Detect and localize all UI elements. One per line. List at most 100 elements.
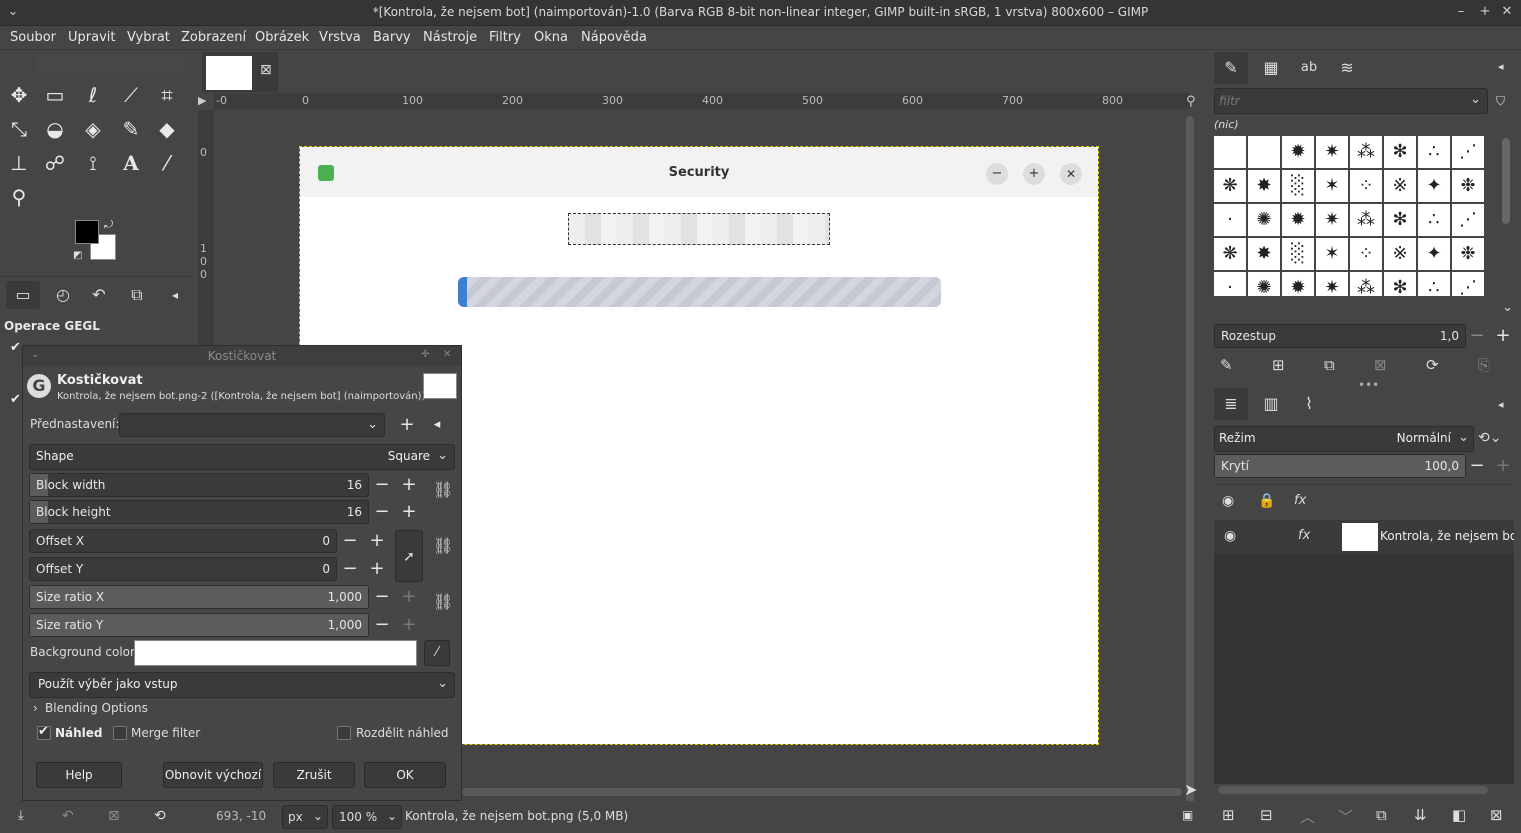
color-picker-icon[interactable]: ⁄ [424,640,450,666]
brush-swatch[interactable]: ⁂ [1350,204,1382,236]
menu-nastroje[interactable]: Nástroje [423,30,477,45]
unit-combo[interactable]: px ⌄ [282,805,328,829]
opacity-minus-button[interactable]: − [1466,455,1488,477]
edit-brush-icon[interactable]: ✎ [1220,356,1233,374]
layer-mask-icon[interactable]: ◧ [1452,806,1466,824]
brush-swatch[interactable]: ❉ [1452,238,1484,270]
brush-swatch[interactable]: ⁘ [1350,170,1382,202]
shape-combo[interactable]: Shape Square ⌄ [29,444,455,470]
color-picker-tool-icon[interactable]: ⁄ [152,148,182,178]
block-width-minus-button[interactable]: − [371,474,393,496]
menu-filtry[interactable]: Filtry [489,30,521,45]
brush-swatch[interactable]: · [1214,204,1246,236]
preset-menu-icon[interactable]: ◂ [426,414,448,436]
offset-y-plus-button[interactable]: + [366,558,388,580]
opacity-plus-button[interactable]: + [1492,455,1514,477]
new-brush-icon[interactable]: ⊞ [1272,356,1285,374]
brush-swatch[interactable]: ∴ [1418,272,1450,296]
size-ratio-x-plus-button[interactable]: + [398,586,420,608]
chain-broken-icon[interactable]: ⛓ [433,536,453,555]
layer-mode-combo[interactable]: Režim Normální ⌄ [1214,426,1474,452]
presets-combo[interactable]: ⌄ [119,413,385,437]
brush-swatch[interactable]: ✶ [1316,170,1348,202]
vertical-scrollbar[interactable] [1186,116,1194,826]
foreground-color[interactable] [75,220,99,244]
menu-okna[interactable]: Okna [534,30,568,45]
navigate-icon[interactable]: ➤ [1184,780,1197,799]
chain-link-2-icon[interactable]: ⛓ [433,592,453,611]
blending-options-label[interactable]: Blending Options [45,701,148,715]
brush-grid[interactable]: ✹ ✷ ⁂ ✻ ∴ ⋰ ❋ ✸ ░ ✶ ⁘ ※ ✦ ❉ · ✺ ✹ ✷ ⁂ ✻ ∴ ⋰ ❋ ✸ ░ ✶ ⁘ ※ ✦ ❉ · ✺ ✹ ✷ ⁂ ✻ ∴ ⋰ [1214,136,1486,296]
block-height-slider[interactable]: Block height 16 [29,500,369,524]
brush-swatch[interactable] [1214,136,1246,168]
maximize-button[interactable]: + [1476,4,1494,19]
layers-dock-menu-icon[interactable]: ◂ [1498,398,1504,411]
layer-visibility-icon[interactable]: ◉ [1224,528,1236,544]
brush-swatch[interactable]: ✦ [1418,238,1450,270]
brush-filter-input[interactable] [1219,92,1449,110]
device-status-tab-icon[interactable]: ◴ [50,281,76,309]
brush-swatch[interactable]: ✷ [1316,272,1348,296]
lower-layer-icon[interactable]: ﹀ [1338,806,1353,827]
brush-swatch[interactable]: ░ [1282,238,1314,270]
brush-scrollbar[interactable] [1502,138,1510,224]
input-mode-combo[interactable]: Použít výběr jako vstup ⌄ [29,672,455,698]
brush-swatch[interactable]: ✹ [1282,204,1314,236]
brush-swatch[interactable]: ✷ [1316,136,1348,168]
add-preset-icon[interactable]: + [396,414,418,436]
new-layer-group-icon[interactable]: ⊟ [1260,806,1273,824]
navigation-preview-icon[interactable]: ▣ [1182,809,1193,821]
quickmask-toggle-icon[interactable]: ▶ [198,94,206,107]
channels-tab-icon[interactable]: ▥ [1256,388,1286,420]
lock-header-icon[interactable]: 🔒 [1258,493,1275,509]
raise-layer-icon[interactable]: ︿ [1300,806,1315,827]
reset-button[interactable]: Obnovit výchozí [163,762,263,788]
brush-swatch[interactable]: ░ [1282,170,1314,202]
brush-swatch[interactable]: ✹ [1282,272,1314,296]
spacing-slider[interactable]: Rozestup 1,0 [1214,324,1466,348]
dialog-close-icon[interactable]: ✕ [443,349,451,360]
opacity-slider[interactable]: Krytí 100,0 [1214,454,1466,478]
layers-tab-icon[interactable]: ≣ [1214,388,1248,420]
brush-swatch[interactable]: ✸ [1248,238,1280,270]
save-tool-preset-icon[interactable]: ⤓ [18,809,24,822]
size-ratio-y-slider[interactable]: Size ratio Y 1,000 [29,613,369,637]
restore-icon[interactable]: ↶ [62,809,74,823]
refresh-brushes-icon[interactable]: ⟳ [1426,356,1439,374]
offset-y-minus-button[interactable]: − [339,558,361,580]
layer-effects-icon[interactable]: fx [1298,528,1310,543]
close-window-button[interactable]: ✕ [1498,4,1516,19]
menu-napoveda[interactable]: Nápověda [581,30,647,45]
menu-vrstva[interactable]: Vrstva [319,30,361,45]
dock-menu-icon[interactable]: ◂ [1498,60,1504,73]
smudge-tool-icon[interactable]: ☍ [40,148,70,178]
brush-swatch[interactable]: ⋰ [1452,136,1484,168]
brushes-tab-icon[interactable]: ✎ [1214,52,1248,84]
horizontal-scrollbar[interactable] [462,788,1182,796]
brush-swatch[interactable]: ✸ [1248,170,1280,202]
new-layer-icon[interactable]: ⊞ [1222,806,1235,824]
offset-y-slider[interactable]: Offset Y 0 [29,557,337,581]
undo-history-tab-icon[interactable]: ↶ [86,281,112,309]
open-brush-icon[interactable]: ⎘ [1478,356,1490,374]
lasso-tool-icon[interactable]: ℓ [78,80,108,110]
ok-button[interactable]: OK [364,762,446,788]
preview-checkbox[interactable]: ✔ [37,724,51,740]
close-tab-icon[interactable]: ⊠ [260,62,272,78]
eraser-tool-icon[interactable]: ◆ [152,114,182,144]
brush-swatch[interactable]: ✺ [1248,204,1280,236]
fuzzy-select-tool-icon[interactable]: ⟋ [116,80,146,110]
clone-tool-icon[interactable]: ⊥ [4,148,34,178]
chain-link-icon[interactable]: ⛓ [433,480,453,499]
duplicate-layer-icon[interactable]: ⧉ [1376,806,1387,824]
brush-swatch[interactable]: ❋ [1214,170,1246,202]
merge-filter-checkbox[interactable] [113,726,127,740]
default-colors-icon[interactable]: ◩ [73,250,82,261]
blending-expander-icon[interactable]: › [33,701,38,715]
delete-brush-icon[interactable]: ⊠ [1374,356,1387,374]
merge-layer-icon[interactable]: ⇊ [1414,806,1427,824]
text-tool-icon[interactable]: A [116,148,146,178]
zoom-image-icon[interactable]: ⚲ [1186,94,1196,109]
pick-coordinates-button[interactable]: ➚ [395,530,423,582]
brush-swatch[interactable]: ⋰ [1452,204,1484,236]
